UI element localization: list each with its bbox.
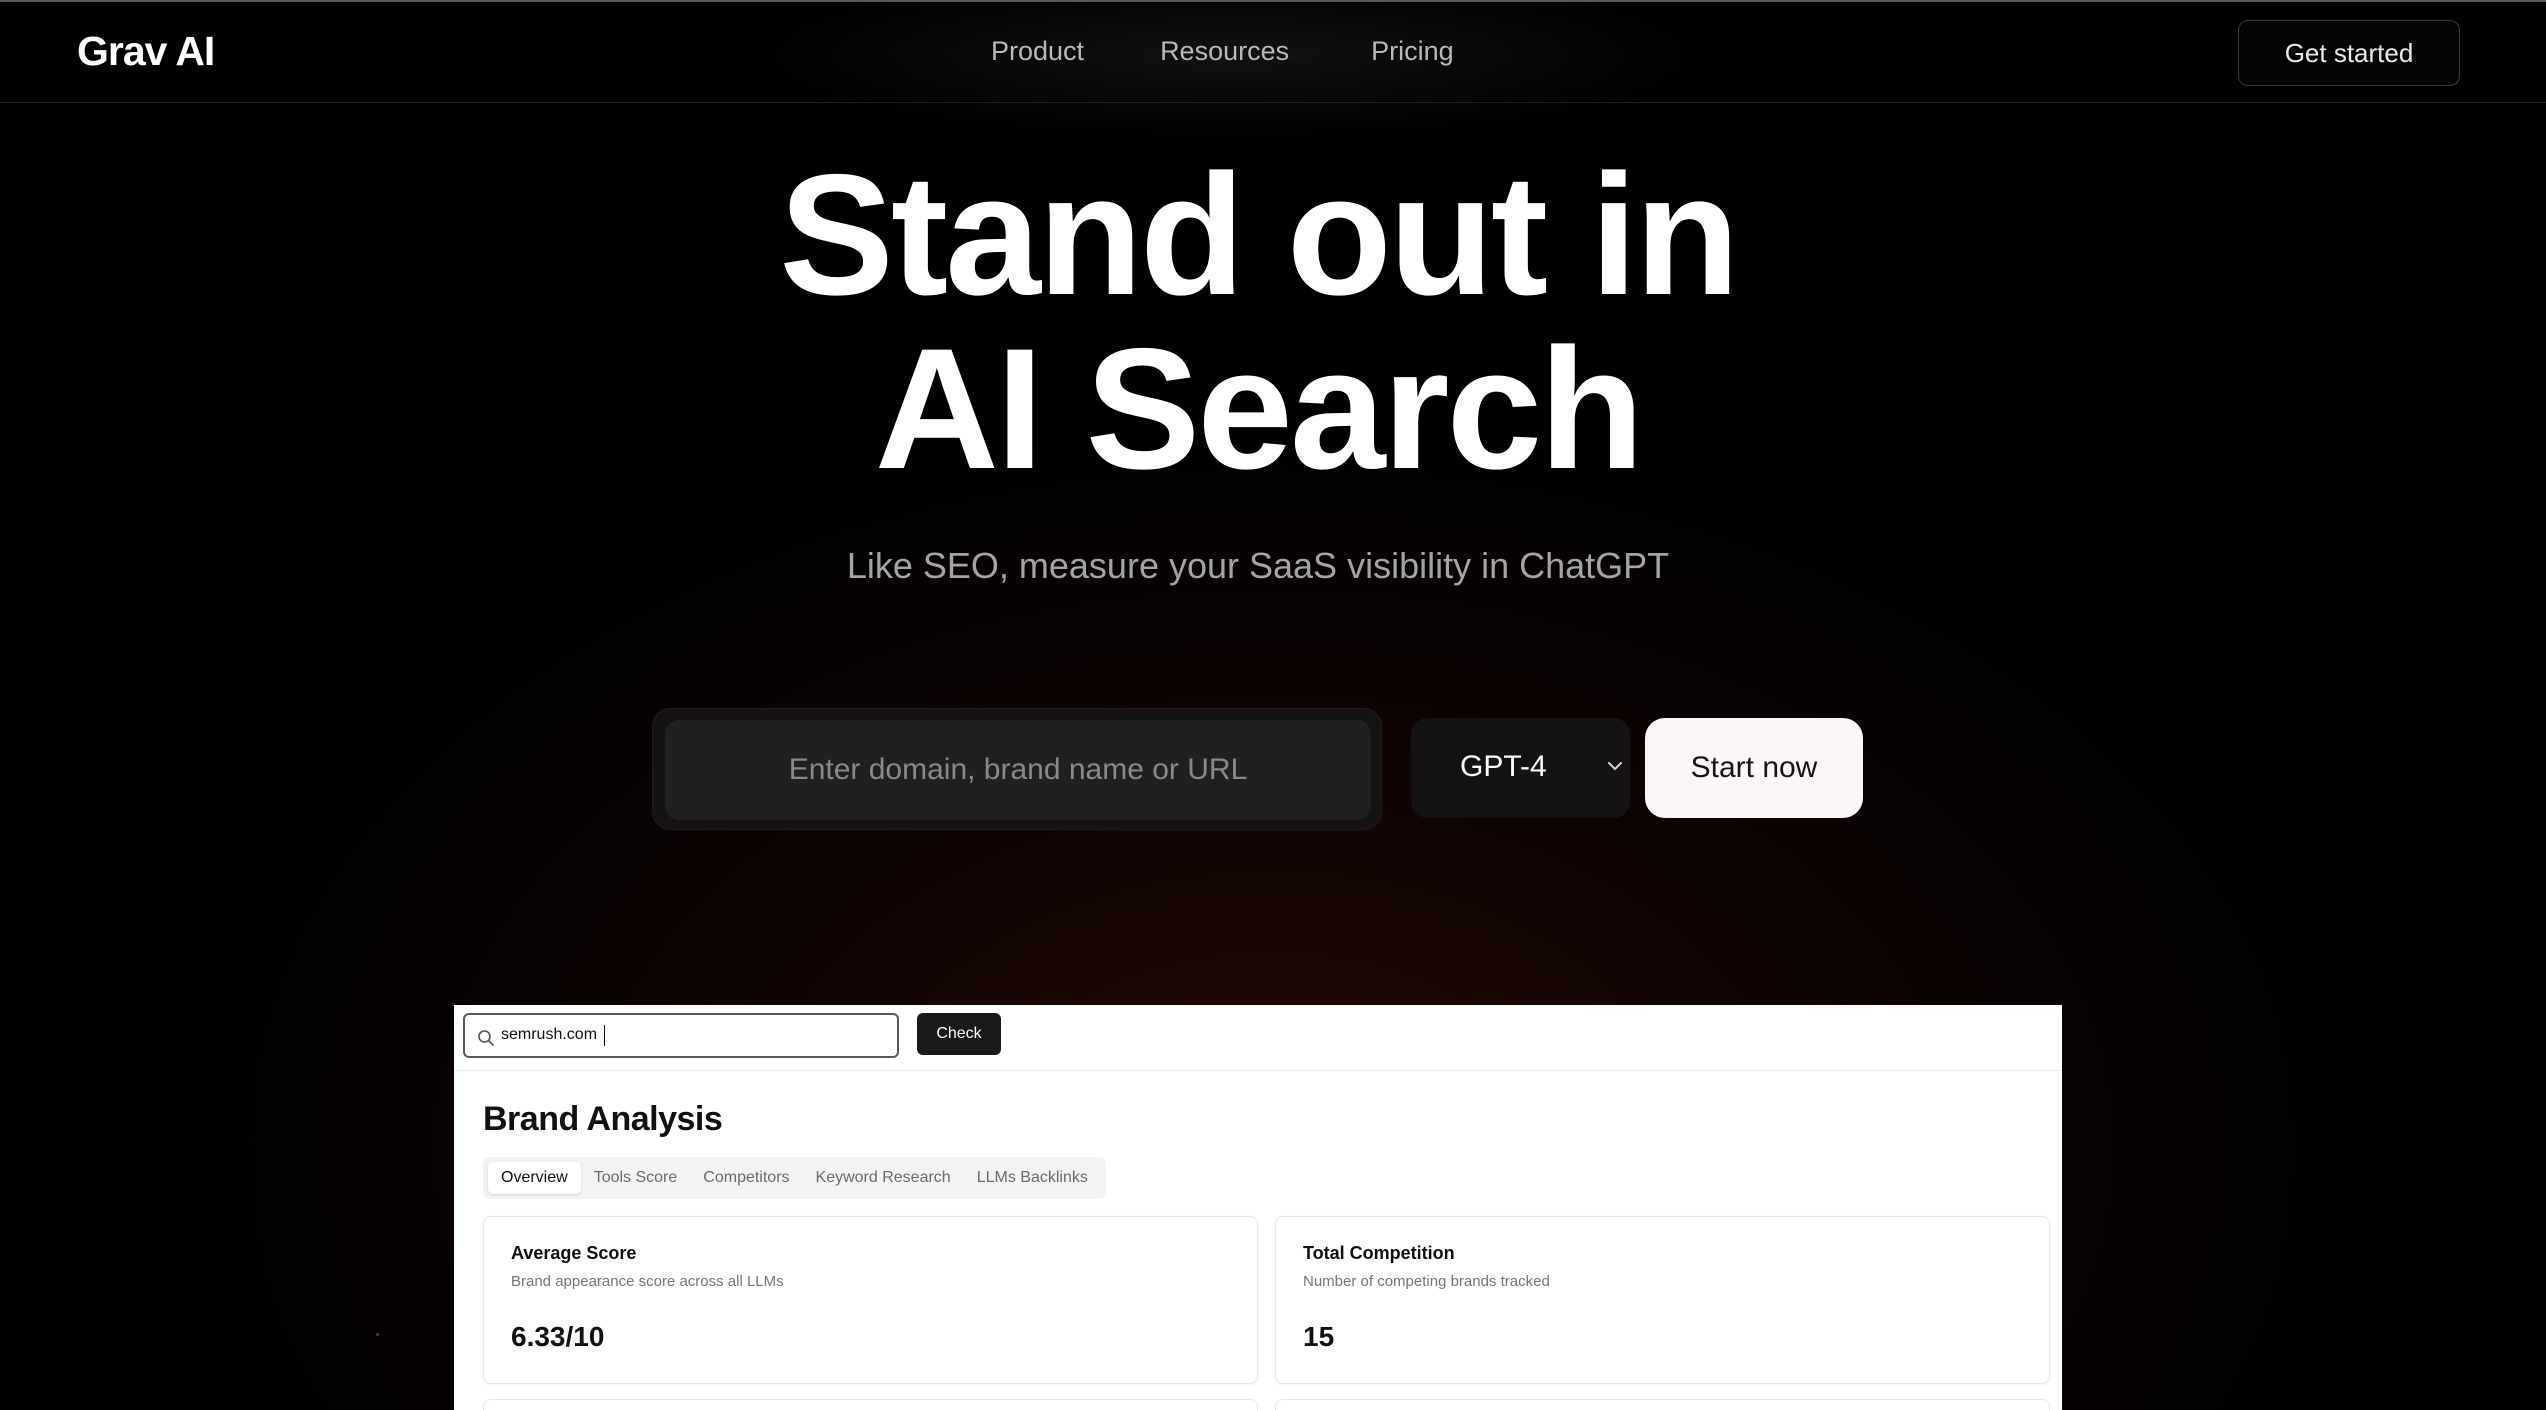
model-select[interactable]: GPT-4: [1411, 718, 1630, 818]
card-description: Number of competing brands tracked: [1303, 1273, 1550, 1290]
text-cursor: [604, 1025, 605, 1046]
logo[interactable]: Grav AI: [77, 28, 215, 75]
preview-search-value: semrush.com: [501, 1026, 598, 1043]
card-value: 6.33/10: [511, 1321, 605, 1352]
decorative-dot: [376, 1333, 379, 1336]
hero-title-line-1: Stand out in: [779, 139, 1740, 331]
nav-link-product[interactable]: Product: [991, 36, 1084, 67]
card-title: Total Competition: [1303, 1243, 1455, 1263]
brand-analysis-title: Brand Analysis: [483, 1100, 723, 1138]
hero-subtitle: Like SEO, measure your SaaS visibility i…: [846, 545, 1670, 586]
card-description: Brand appearance score across all LLMs: [511, 1273, 784, 1290]
card-title: Average Score: [511, 1243, 637, 1263]
model-select-value: GPT-4: [1460, 750, 1547, 783]
card-partial: [483, 1399, 1258, 1410]
domain-input-wrapper: [652, 708, 1382, 830]
check-button[interactable]: Check: [917, 1013, 1001, 1055]
top-navbar: Grav AI Product Resources Pricing Get st…: [0, 2, 2546, 103]
preview-search-input[interactable]: semrush.com: [463, 1013, 899, 1058]
nav-link-resources[interactable]: Resources: [1160, 36, 1289, 67]
preview-topbar: semrush.com Check: [454, 1005, 2062, 1071]
tab-overview[interactable]: Overview: [488, 1162, 581, 1194]
hero-title-line-2: AI Search: [874, 313, 1644, 505]
start-now-button[interactable]: Start now: [1645, 718, 1863, 818]
average-score-card: Average Score Brand appearance score acr…: [483, 1216, 1258, 1384]
search-icon: [478, 1030, 494, 1046]
hero-title: Stand out in AI Search: [0, 148, 2516, 496]
app-preview-screenshot: semrush.com Check Brand Analysis Overvie…: [454, 1005, 2062, 1410]
tab-tools-score[interactable]: Tools Score: [581, 1162, 691, 1194]
tab-competitors[interactable]: Competitors: [690, 1162, 802, 1194]
preview-tabs: Overview Tools Score Competitors Keyword…: [483, 1157, 1106, 1199]
tab-keyword-research[interactable]: Keyword Research: [803, 1162, 964, 1194]
total-competition-card: Total Competition Number of competing br…: [1275, 1216, 2050, 1384]
tab-llms-backlinks[interactable]: LLMs Backlinks: [964, 1162, 1101, 1194]
nav-link-pricing[interactable]: Pricing: [1371, 36, 1454, 67]
nav-links: Product Resources Pricing: [991, 36, 1530, 67]
domain-input[interactable]: [665, 720, 1371, 820]
get-started-button[interactable]: Get started: [2238, 20, 2460, 86]
card-value: 15: [1303, 1321, 1335, 1352]
chevron-down-icon: [1608, 762, 1622, 770]
card-partial: [1275, 1399, 2050, 1410]
